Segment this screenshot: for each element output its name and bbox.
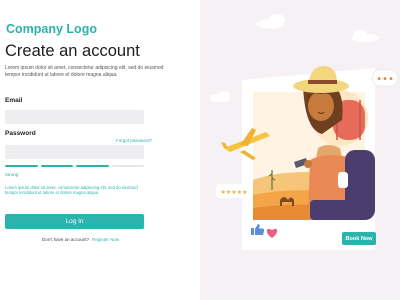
page-title: Create an account	[5, 42, 140, 60]
strength-segment	[76, 165, 109, 167]
traveler-illustration: ••• ★★★★★	[200, 0, 400, 300]
register-link[interactable]: Register Now	[92, 237, 119, 242]
email-label: Email	[5, 97, 23, 104]
password-hint: Lorem ipsum dolor sit amet, consectetur …	[5, 185, 138, 196]
rating-badge: ★★★★★	[216, 184, 252, 198]
strength-segment	[111, 165, 144, 167]
forgot-password-link[interactable]: Forgot password?	[116, 138, 152, 143]
illustration-panel: ••• ★★★★★ Book Now	[200, 0, 400, 300]
chat-bubble: •••	[371, 69, 399, 87]
login-button[interactable]: Log In	[5, 214, 144, 229]
email-field[interactable]	[5, 110, 144, 124]
company-logo: Company Logo	[6, 22, 97, 36]
strength-segment	[5, 165, 38, 167]
no-account-text: Don't have an account?	[42, 237, 90, 242]
signup-row: Don't have an account? Register Now	[42, 237, 119, 242]
chat-dots: •••	[376, 74, 394, 85]
rating-stars: ★★★★★	[221, 189, 248, 196]
password-strength-meter	[5, 165, 144, 167]
password-label: Password	[5, 130, 36, 137]
login-panel: Company Logo Create an account Lorem ips…	[0, 0, 200, 300]
password-field[interactable]	[5, 145, 144, 159]
book-now-button[interactable]: Book Now	[342, 232, 376, 245]
password-strength-label: Strong	[5, 172, 19, 177]
strength-segment	[40, 165, 73, 167]
page-subtitle: Lorem ipsum dolor sit amet, consectetur …	[5, 65, 164, 78]
